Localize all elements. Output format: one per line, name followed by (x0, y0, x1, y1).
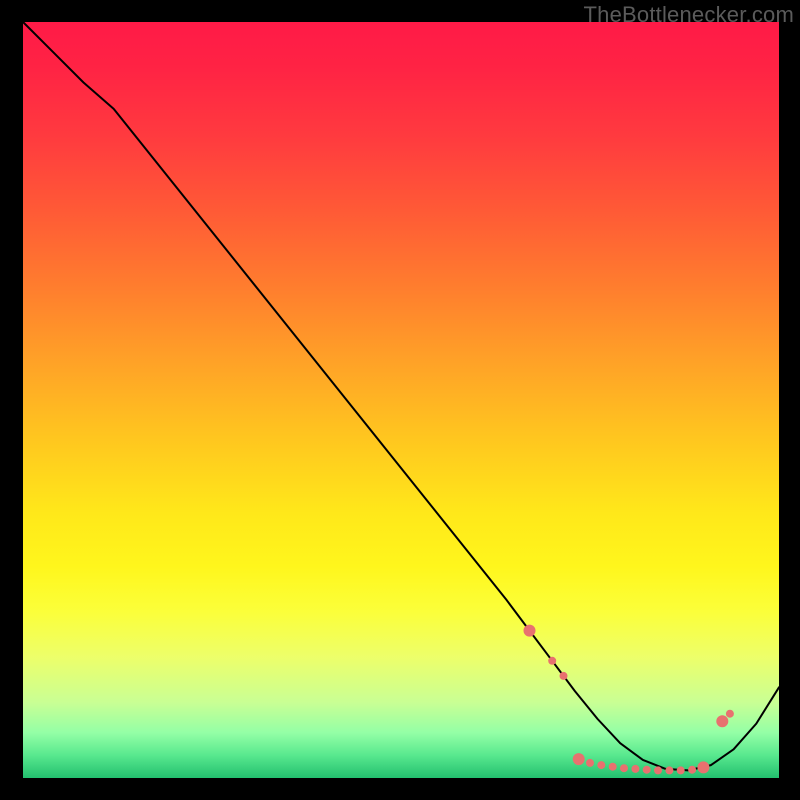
curve-marker (688, 766, 696, 774)
curve-marker (548, 657, 556, 665)
curve-marker (716, 715, 728, 727)
curve-marker (726, 710, 734, 718)
curve-marker (677, 766, 685, 774)
curve-marker (586, 759, 594, 767)
curve-marker (620, 764, 628, 772)
curve-marker (609, 763, 617, 771)
chart-frame: TheBottlenecker.com (0, 0, 800, 800)
curve-marker (697, 761, 709, 773)
bottleneck-curve-chart (0, 0, 800, 800)
curve-marker (643, 766, 651, 774)
curve-marker (524, 625, 536, 637)
curve-marker (573, 753, 585, 765)
curve-marker (560, 672, 568, 680)
curve-marker (631, 765, 639, 773)
curve-marker (597, 761, 605, 769)
curve-marker (665, 766, 673, 774)
curve-marker (654, 766, 662, 774)
